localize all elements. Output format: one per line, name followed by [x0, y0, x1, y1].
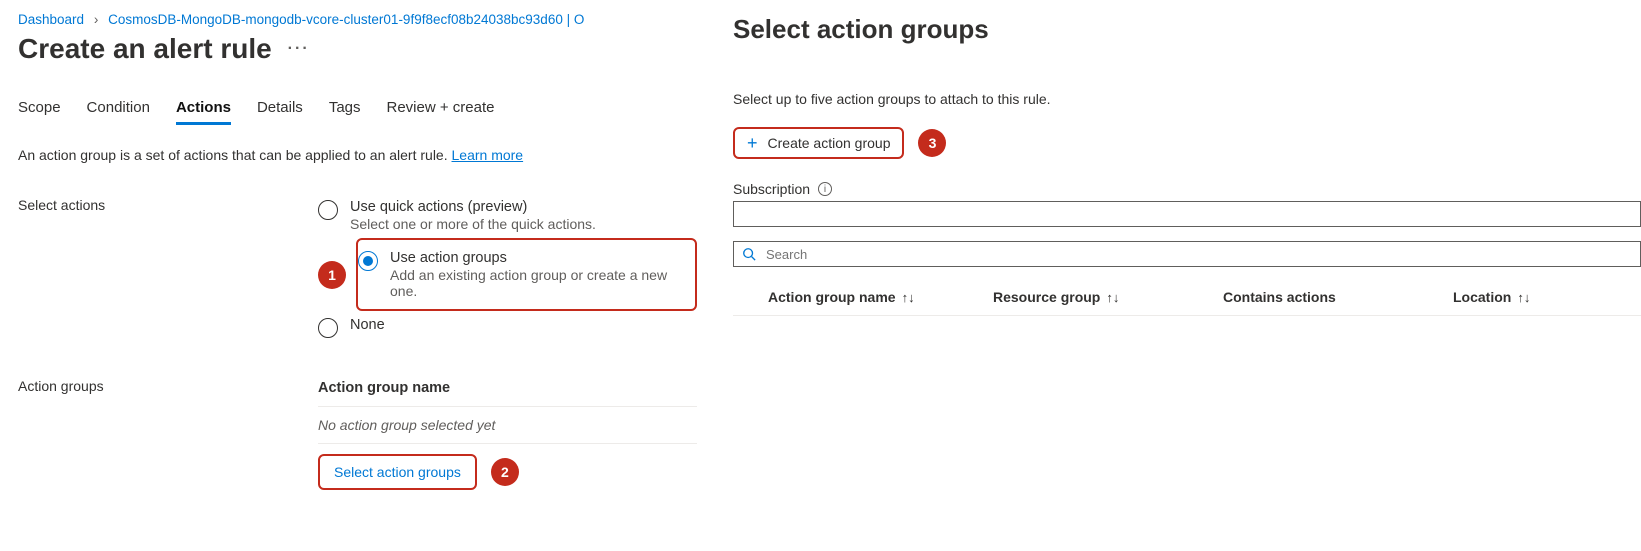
sort-icon: ↑↓ [902, 290, 915, 305]
helper-text-body: An action group is a set of actions that… [18, 147, 448, 163]
radio-use-action-groups[interactable]: Use action groups Add an existing action… [358, 244, 689, 305]
action-group-empty-row: No action group selected yet [318, 407, 697, 444]
annotation-2: 2 [491, 458, 519, 486]
breadcrumb-dashboard[interactable]: Dashboard [18, 12, 84, 27]
col-contains-actions[interactable]: Contains actions [1223, 289, 1453, 305]
more-icon[interactable]: ··· [288, 40, 310, 58]
annotation-3: 3 [918, 129, 946, 157]
subscription-input[interactable] [733, 201, 1641, 227]
panel-title: Select action groups [733, 14, 1641, 45]
breadcrumb-resource[interactable]: CosmosDB-MongoDB-mongodb-vcore-cluster01… [108, 12, 584, 27]
subscription-label: Subscription [733, 181, 810, 197]
select-actions-radio-group: Use quick actions (preview) Select one o… [318, 193, 697, 344]
learn-more-link[interactable]: Learn more [452, 147, 524, 163]
tab-scope[interactable]: Scope [18, 99, 61, 125]
page-title-text: Create an alert rule [18, 33, 272, 65]
col-label: Resource group [993, 289, 1100, 305]
breadcrumb: Dashboard › CosmosDB-MongoDB-mongodb-vco… [18, 12, 697, 27]
radio-description: Select one or more of the quick actions. [350, 216, 596, 232]
annotation-1: 1 [318, 261, 346, 289]
tab-actions[interactable]: Actions [176, 99, 231, 125]
sort-icon: ↑↓ [1106, 290, 1119, 305]
create-action-group-button[interactable]: + Create action group [733, 127, 904, 159]
create-action-group-label: Create action group [768, 135, 891, 151]
radio-description: Add an existing action group or create a… [390, 267, 681, 299]
radio-icon [318, 200, 338, 220]
select-action-groups-link[interactable]: Select action groups [326, 460, 469, 484]
col-label: Action group name [768, 289, 896, 305]
search-input[interactable] [764, 246, 1632, 263]
radio-icon [318, 318, 338, 338]
tab-condition[interactable]: Condition [87, 99, 150, 125]
radio-label: None [350, 317, 385, 333]
tabs: Scope Condition Actions Details Tags Rev… [18, 99, 697, 125]
plus-icon: + [747, 134, 758, 152]
col-label: Contains actions [1223, 289, 1336, 305]
action-groups-grid-header: Action group name ↑↓ Resource group ↑↓ C… [733, 289, 1641, 316]
select-actions-label: Select actions [18, 193, 318, 213]
page-title: Create an alert rule ··· [18, 33, 697, 65]
radio-use-quick-actions[interactable]: Use quick actions (preview) Select one o… [318, 193, 697, 238]
radio-icon [358, 251, 378, 271]
col-action-group-name[interactable]: Action group name ↑↓ [768, 289, 993, 305]
tab-details[interactable]: Details [257, 99, 303, 125]
radio-label: Use action groups [390, 250, 681, 266]
radio-label: Use quick actions (preview) [350, 199, 596, 215]
panel-helper-text: Select up to five action groups to attac… [733, 91, 1641, 107]
action-groups-label: Action groups [18, 374, 318, 394]
sort-icon: ↑↓ [1517, 290, 1530, 305]
search-icon [742, 247, 756, 261]
col-location[interactable]: Location ↑↓ [1453, 289, 1613, 305]
helper-text: An action group is a set of actions that… [18, 147, 697, 163]
radio-none[interactable]: None [318, 311, 697, 344]
search-box[interactable] [733, 241, 1641, 267]
chevron-right-icon: › [94, 12, 99, 27]
tab-tags[interactable]: Tags [329, 99, 361, 125]
col-resource-group[interactable]: Resource group ↑↓ [993, 289, 1223, 305]
tab-review-create[interactable]: Review + create [387, 99, 495, 125]
action-group-name-header: Action group name [318, 374, 697, 407]
col-label: Location [1453, 289, 1511, 305]
info-icon[interactable]: i [818, 182, 832, 196]
